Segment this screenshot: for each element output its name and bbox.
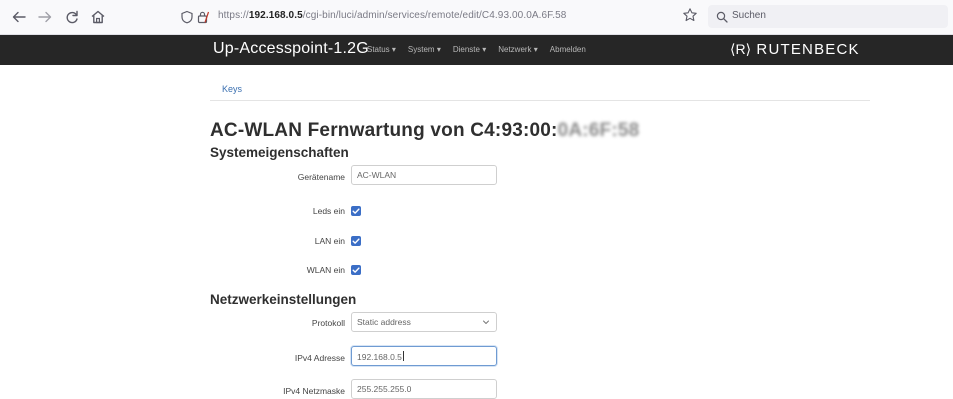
luci-header: Up-Accesspoint-1.2G Status ▾ System ▾ Di… [0, 35, 953, 65]
wlan-label: WLAN ein [306, 265, 345, 275]
ipv4-address-label: IPv4 Adresse [294, 353, 345, 363]
page-title-obscured: 0A:6F:58 [557, 120, 640, 141]
lock-icon[interactable] [196, 10, 210, 24]
shield-icon[interactable] [180, 10, 194, 24]
protocol-label: Protokoll [311, 318, 345, 328]
search-input[interactable]: Suchen [708, 5, 948, 28]
page-title: AC-WLAN Fernwartung von C4:93:00:0A:6F:5… [210, 120, 639, 142]
rutenbeck-logo: ⟨R⟩ RUTENBECK [730, 41, 860, 58]
search-icon [716, 10, 728, 28]
url-path: /cgi-bin/luci/admin/services/remote/edit… [302, 10, 567, 21]
menu-dienste[interactable]: Dienste ▾ [453, 45, 486, 54]
ipv4-address-field[interactable]: 192.168.0.5 [351, 346, 497, 366]
lan-label: LAN ein [314, 236, 345, 246]
text-caret [402, 351, 404, 361]
logo-text: RUTENBECK [756, 41, 860, 58]
url-text[interactable]: https://192.168.0.5/cgi-bin/luci/admin/s… [218, 10, 566, 21]
star-icon[interactable] [682, 7, 698, 23]
browser-toolbar: https://192.168.0.5/cgi-bin/luci/admin/s… [0, 0, 953, 35]
leds-label: Leds ein [312, 206, 345, 216]
lan-checkbox[interactable] [351, 236, 361, 246]
tab-keys[interactable]: Keys [222, 84, 242, 94]
brand-title[interactable]: Up-Accesspoint-1.2G [213, 40, 369, 58]
ipv4-netmask-label: IPv4 Netzmaske [283, 386, 345, 396]
url-host: 192.168.0.5 [248, 10, 303, 21]
forward-arrow-icon[interactable] [36, 8, 54, 26]
section-netzwerkeinstellungen: Netzwerkeinstellungen [210, 292, 357, 307]
url-bar[interactable]: https://192.168.0.5/cgi-bin/luci/admin/s… [166, 5, 696, 29]
ipv4-address-value: 192.168.0.5 [357, 352, 402, 362]
device-name-field[interactable]: AC-WLAN [351, 165, 497, 185]
menu-status[interactable]: Status ▾ [367, 45, 396, 54]
menu-netzwerk[interactable]: Netzwerk ▾ [498, 45, 538, 54]
main-menu: Status ▾ System ▾ Dienste ▾ Netzwerk ▾ A… [367, 45, 586, 54]
ipv4-netmask-field[interactable]: 255.255.255.0 [351, 379, 497, 399]
leds-checkbox[interactable] [351, 206, 361, 216]
chevron-down-icon [482, 318, 490, 329]
search-placeholder: Suchen [732, 10, 766, 21]
page-title-text: AC-WLAN Fernwartung von C4:93:00: [210, 120, 558, 141]
url-prefix: https:// [218, 10, 249, 21]
menu-system[interactable]: System ▾ [408, 45, 441, 54]
protocol-value: Static address [357, 317, 411, 327]
logo-mark: ⟨R⟩ [730, 41, 752, 57]
section-systemeigenschaften: Systemeigenschaften [210, 145, 349, 160]
tab-divider [210, 100, 870, 101]
menu-abmelden[interactable]: Abmelden [550, 45, 586, 54]
reload-icon[interactable] [63, 8, 81, 26]
device-name-label: Gerätename [297, 172, 345, 182]
wlan-checkbox[interactable] [351, 265, 361, 275]
back-arrow-icon[interactable] [10, 8, 28, 26]
protocol-select[interactable]: Static address [351, 312, 497, 332]
home-icon[interactable] [89, 8, 107, 26]
